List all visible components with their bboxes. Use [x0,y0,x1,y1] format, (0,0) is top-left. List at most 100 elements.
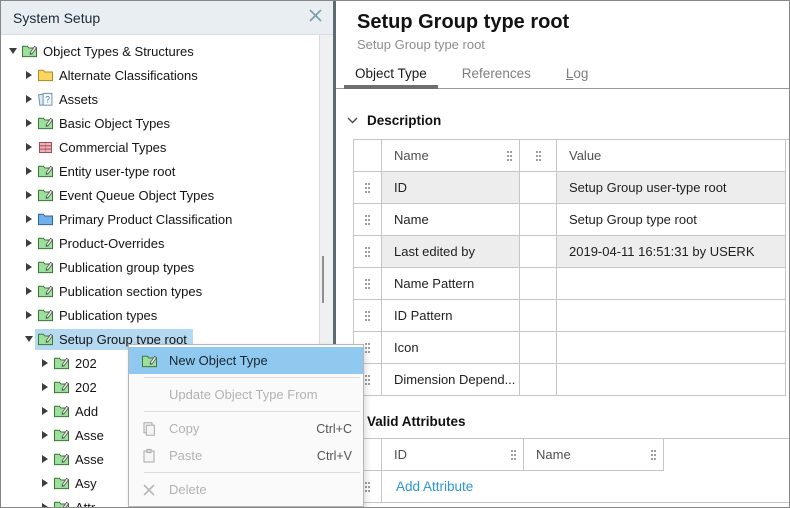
tree-item-core: Asse [51,425,110,446]
tree-item-event-queue-object-types[interactable]: Event Queue Object Types [1,183,319,207]
twisty-collapsed-icon[interactable] [39,381,51,393]
tree-item-basic-object-types[interactable]: Basic Object Types [1,111,319,135]
object-type-folder-icon [53,355,70,371]
twisty-collapsed-icon[interactable] [39,405,51,417]
twisty-collapsed-icon[interactable] [23,213,35,225]
drag-handle[interactable] [354,204,382,236]
tree-item-commercial-types[interactable]: Commercial Types [1,135,319,159]
tab-object-type[interactable]: Object Type [344,62,438,88]
description-row-name: NameSetup Group type root [354,204,789,236]
twisty-collapsed-icon[interactable] [23,309,35,321]
description-name-icon: Icon [382,332,520,364]
scrollbar-thumb[interactable] [322,256,324,303]
twisty-collapsed-icon[interactable] [39,357,51,369]
tree-item-primary-product-classification[interactable]: Primary Product Classification [1,207,319,231]
tree-item-core: Primary Product Classification [35,209,238,230]
description-value-id-pattern[interactable] [557,300,786,332]
description-name-dimension-depend: Dimension Depend... [382,364,520,396]
description-value-icon[interactable] [557,332,786,364]
blue-folder-icon [37,211,54,227]
drag-handle-icon [365,311,370,321]
menu-item-update-object-type-from: Update Object Type From [129,381,363,408]
chevron-down-icon[interactable] [347,111,358,129]
delete-icon [129,483,169,497]
close-panel-button[interactable] [306,9,324,27]
description-row-last-edited-by: Last edited by2019-04-11 16:51:31 by USE… [354,236,789,268]
tree-item-core: Event Queue Object Types [35,185,220,206]
twisty-collapsed-icon[interactable] [23,261,35,273]
object-type-folder-icon [37,163,54,179]
valid-attributes-table: IDName [353,438,789,471]
twisty-expanded-icon[interactable] [23,333,35,345]
page-subtitle: Setup Group type root [357,37,789,53]
tree-item-label: Asse [75,452,104,467]
twisty-collapsed-icon[interactable] [23,285,35,297]
tree-item-core: Commercial Types [35,137,172,158]
drag-handle[interactable] [354,172,382,204]
twisty-collapsed-icon[interactable] [23,69,35,81]
description-row-name-pattern: Name Pattern [354,268,789,300]
close-icon [308,8,323,28]
tree-item-publication-section-types[interactable]: Publication section types [1,279,319,303]
description-spacer-cell [520,172,557,204]
copy-icon [129,421,169,437]
twisty-collapsed-icon[interactable] [23,165,35,177]
drag-handle[interactable] [354,268,382,300]
tree-item-label: Commercial Types [59,140,166,155]
tree-item-core: Attr [51,497,101,508]
column-menu-icon[interactable] [507,151,512,161]
tree-item-assets[interactable]: ?Assets [1,87,319,111]
tree-item-core: ?Assets [35,89,104,110]
valid-attributes-column-name: Name [524,439,664,471]
tree-item-publication-types[interactable]: Publication types [1,303,319,327]
description-value-name[interactable]: Setup Group type root [557,204,786,236]
description-value-dimension-depend[interactable] [557,364,786,396]
drag-handle-column-header [354,140,382,172]
tab-references[interactable]: References [451,62,542,88]
tree-item-entity-user-type-root[interactable]: Entity user-type root [1,159,319,183]
twisty-collapsed-icon[interactable] [23,237,35,249]
tree-item-product-overrides[interactable]: Product-Overrides [1,231,319,255]
menu-item-label: Paste [169,448,317,463]
twisty-expanded-icon[interactable] [7,45,19,57]
twisty-collapsed-icon[interactable] [23,189,35,201]
tree-item-object-types-structures[interactable]: Object Types & Structures [1,39,319,63]
drag-handle[interactable] [354,236,382,268]
twisty-collapsed-icon[interactable] [39,453,51,465]
twisty-collapsed-icon[interactable] [23,117,35,129]
object-type-folder-icon [37,187,54,203]
twisty-collapsed-icon[interactable] [39,477,51,489]
description-table: NameValueIDSetup Group user-type rootNam… [353,139,789,396]
twisty-collapsed-icon[interactable] [39,501,51,507]
tree-item-alternate-classifications[interactable]: Alternate Classifications [1,63,319,87]
twisty-collapsed-icon[interactable] [23,93,35,105]
tree-item-core: Asse [51,449,110,470]
valid-attributes-section-header: Valid Attributes [347,412,789,430]
column-menu-icon[interactable] [651,450,656,460]
tree-item-publication-group-types[interactable]: Publication group types [1,255,319,279]
twisty-collapsed-icon[interactable] [23,141,35,153]
drag-handle-icon [365,482,370,492]
twisty-collapsed-icon[interactable] [39,429,51,441]
page-title: Setup Group type root [357,10,789,34]
description-column-spacer [520,140,557,172]
column-menu-icon[interactable] [511,450,516,460]
object-type-folder-icon [53,403,70,419]
add-attribute-link[interactable]: Add Attribute [382,471,473,502]
description-name-name-pattern: Name Pattern [382,268,520,300]
tree-item-core: Asy [51,473,103,494]
description-value-name-pattern[interactable] [557,268,786,300]
tree-item-label: Alternate Classifications [59,68,198,83]
tree-item-core: Publication group types [35,257,200,278]
object-type-folder-icon [53,379,70,395]
description-section-header: Description [347,111,789,129]
column-menu-icon[interactable] [536,151,541,161]
tree-item-label: Primary Product Classification [59,212,232,227]
tree-item-core: Basic Object Types [35,113,176,134]
valid-attributes-section-title: Valid Attributes [367,414,466,429]
drag-handle[interactable] [354,300,382,332]
drag-handle-icon [365,215,370,225]
description-spacer-cell [520,204,557,236]
menu-item-new-object-type[interactable]: New Object Type [129,347,363,374]
tab-log[interactable]: Log [555,62,600,88]
